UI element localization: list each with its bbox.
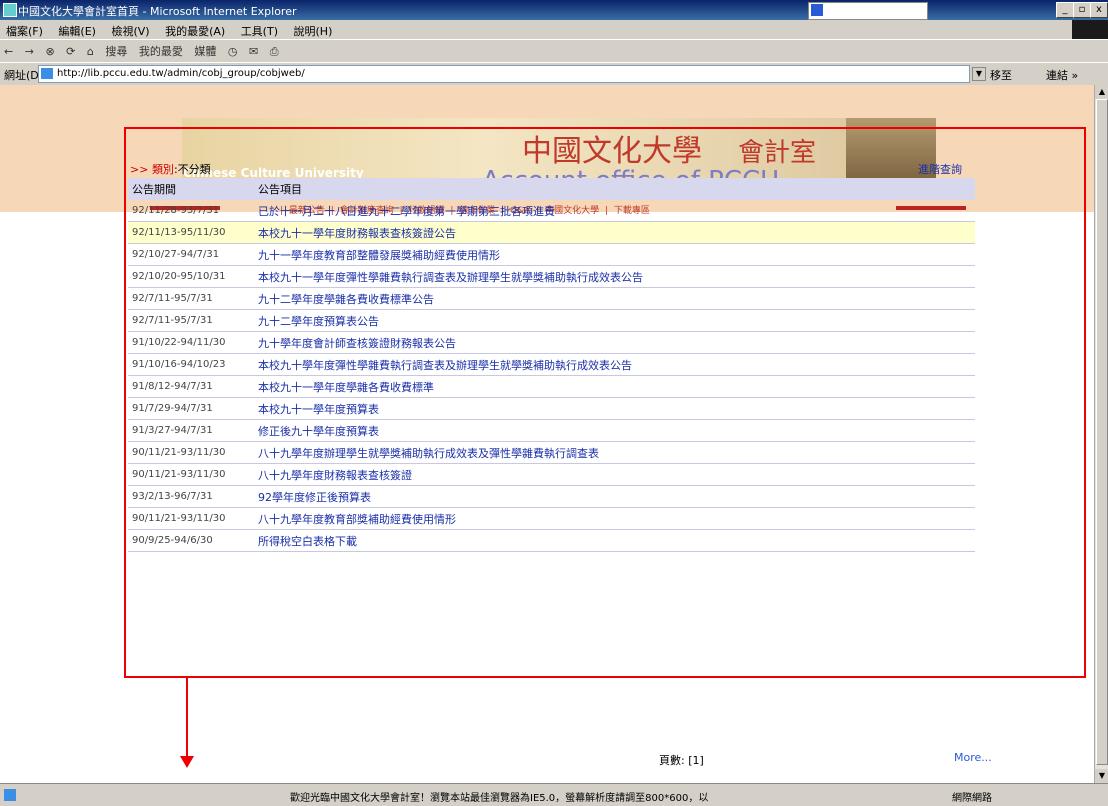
history-icon[interactable]: ◷ (228, 45, 238, 58)
go-button[interactable]: 移至 (990, 67, 1012, 83)
address-dropdown-icon[interactable]: ▼ (972, 67, 986, 81)
status-bar: 歡迎光臨中國文化大學會計室！瀏覽本站最佳瀏覽器為IE5.0，螢幕解析度請調至80… (0, 783, 1108, 806)
back-button[interactable]: ← (4, 45, 13, 58)
windows-logo-icon (1072, 20, 1108, 39)
close-button[interactable]: x (1090, 2, 1108, 18)
more-link[interactable]: More... (954, 751, 992, 764)
ie-app-icon (3, 3, 17, 17)
mail-icon[interactable]: ✉ (249, 45, 258, 58)
favorites-button[interactable]: 我的最愛 (139, 43, 183, 59)
media-button[interactable]: 媒體 (194, 43, 216, 59)
forward-button[interactable]: → (25, 45, 34, 58)
address-input[interactable]: http://lib.pccu.edu.tw/admin/cobj_group/… (38, 65, 970, 83)
status-zone: 網際網路 (952, 793, 992, 804)
annotation-arrow-line (186, 678, 188, 756)
status-page-icon (4, 789, 16, 801)
window-titlebar: 中國文化大學會計室首頁 - Microsoft Internet Explore… (0, 0, 1108, 20)
pagination[interactable]: 頁數: [1] (659, 752, 704, 768)
tray-icon (811, 4, 823, 16)
menu-bar: 檔案(F) 編輯(E) 檢視(V) 我的最愛(A) 工具(T) 說明(H) (0, 20, 1108, 39)
page-icon (41, 68, 53, 79)
scroll-thumb[interactable] (1096, 99, 1108, 765)
minimize-button[interactable]: _ (1056, 2, 1074, 18)
status-message: 歡迎光臨中國文化大學會計室！瀏覽本站最佳瀏覽器為IE5.0，螢幕解析度請調至80… (290, 793, 709, 804)
links-button[interactable]: 連結 » (1046, 67, 1078, 83)
annotation-arrow-head-icon (180, 756, 194, 768)
address-bar: 網址(D) http://lib.pccu.edu.tw/admin/cobj_… (0, 62, 1108, 86)
title-tray (808, 2, 928, 20)
annotation-highlight-box (124, 127, 1086, 678)
stop-icon[interactable]: ⊗ (45, 45, 54, 58)
maximize-button[interactable]: ▫ (1073, 2, 1091, 18)
window-title: 中國文化大學會計室首頁 - Microsoft Internet Explore… (18, 5, 297, 18)
vertical-scrollbar[interactable]: ▲ ▼ (1094, 85, 1108, 783)
standard-toolbar: ← → ⊗ ⟳ ⌂ 搜尋 我的最愛 媒體 ◷ ✉ ⎙ (0, 39, 1108, 62)
scroll-down-icon[interactable]: ▼ (1095, 769, 1108, 783)
home-icon[interactable]: ⌂ (87, 45, 94, 58)
scroll-up-icon[interactable]: ▲ (1095, 85, 1108, 99)
search-button[interactable]: 搜尋 (105, 43, 127, 59)
refresh-icon[interactable]: ⟳ (66, 45, 75, 58)
address-url[interactable]: http://lib.pccu.edu.tw/admin/cobj_group/… (57, 68, 305, 79)
print-icon[interactable]: ⎙ (270, 45, 279, 59)
